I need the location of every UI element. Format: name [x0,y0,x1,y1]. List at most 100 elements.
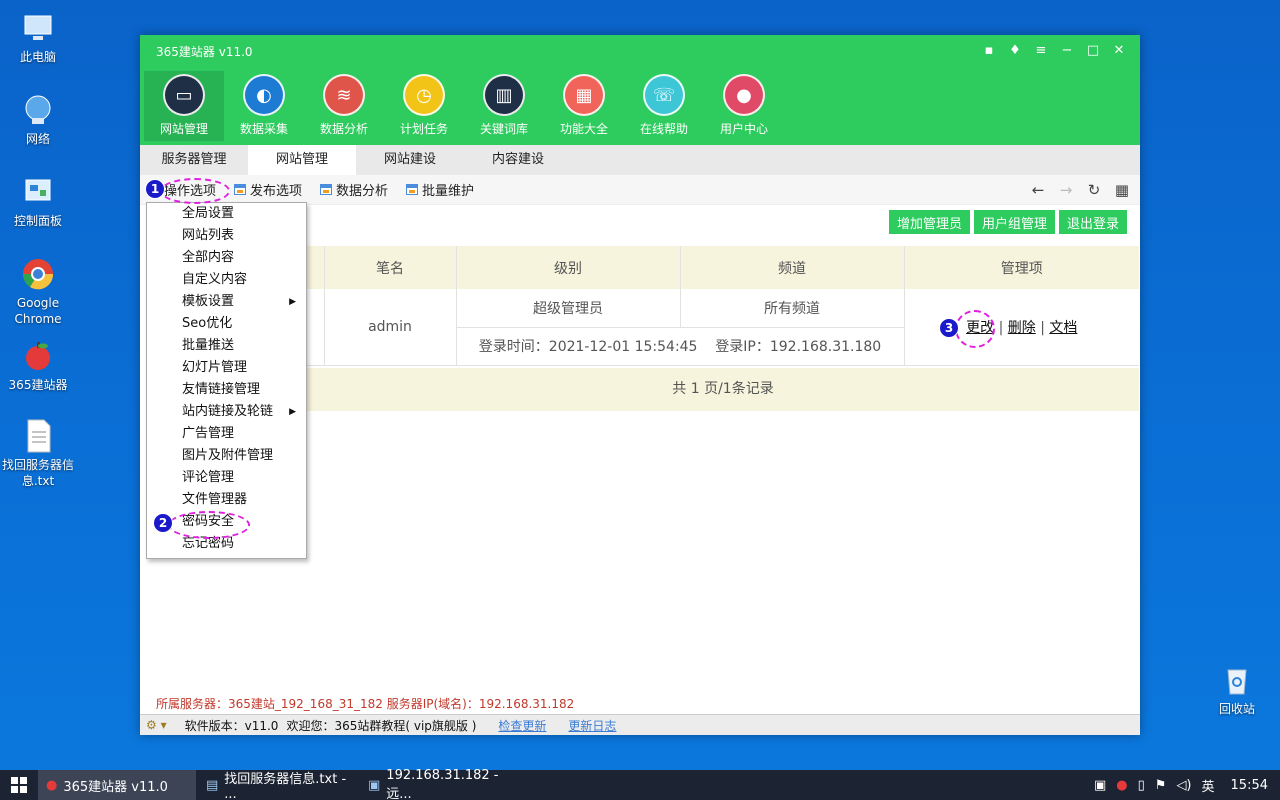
window-icon [406,184,419,195]
user-group-button[interactable]: 用户组管理 [973,210,1055,234]
window-icon [320,184,333,195]
minimize-icon[interactable]: − [1054,39,1080,61]
add-admin-button[interactable]: 增加管理员 [888,210,970,234]
tab-content-building[interactable]: 内容建设 [464,145,572,175]
database-icon: ≋ [323,74,365,116]
refresh-icon[interactable]: ↻ [1084,181,1104,199]
desktop-icon-network[interactable]: 网络 [0,92,76,147]
toolbar: 操作选项 发布选项 数据分析 批量维护 ← → ↻ ▦ [140,175,1140,205]
taskbar-item-365[interactable]: ● 365建站器 v11.0 [38,770,196,800]
module-user-center[interactable]: ● 用户中心 [704,71,784,141]
apple-icon: ● [46,777,58,793]
desktop-icon-this-pc[interactable]: 此电脑 [0,10,76,65]
menu-item-global-settings[interactable]: 全局设置 [147,203,306,225]
menu-item-comments[interactable]: 评论管理 [147,467,306,489]
desktop-icon-chrome[interactable]: Google Chrome [0,256,76,327]
tab-site-building[interactable]: 网站建设 [356,145,464,175]
settings-gear-icon[interactable]: ⚙ ▾ [146,718,167,732]
delete-link[interactable]: 删除 [1008,320,1036,336]
module-online-help[interactable]: ☏ 在线帮助 [624,71,704,141]
grid-view-icon[interactable]: ▦ [1112,181,1132,199]
window-title: 365建站器 v11.0 [156,45,253,59]
desktop-icon-txt[interactable]: 找回服务器信息.txt [0,418,76,489]
windows-start-icon[interactable] [0,770,38,800]
table-header: 级别 [456,246,681,289]
desktop-icon-label: 回收站 [1218,702,1255,716]
module-label: 功能大全 [559,122,608,136]
clock[interactable]: 15:54 [1231,778,1268,793]
module-scheduled-tasks[interactable]: ◷ 计划任务 [384,71,464,141]
operation-options-menu: 全局设置 网站列表 全部内容 自定义内容 模板设置 ▶ Seo优化 批量推送 幻灯… [146,202,307,559]
menu-item-all-content[interactable]: 全部内容 [147,247,306,269]
maximize-icon[interactable]: □ [1080,39,1106,61]
menu-item-template-settings[interactable]: 模板设置 ▶ [147,291,306,313]
menu-icon[interactable]: ≡ [1028,39,1054,61]
taskbar-item-label: 找回服务器信息.txt - ... [224,772,347,800]
apple-tray-icon[interactable]: ● [1116,778,1127,793]
module-site-management[interactable]: ▭ 网站管理 [144,71,224,141]
shirt-icon[interactable]: ♦ [1002,39,1028,61]
logout-button[interactable]: 退出登录 [1058,210,1127,234]
menu-item-seo[interactable]: Seo优化 [147,313,306,335]
check-update-link[interactable]: 检查更新 [498,717,546,734]
toolbar-batch-maintenance[interactable]: 批量维护 [406,180,474,199]
menu-item-file-manager[interactable]: 文件管理器 [147,489,306,511]
volume-icon[interactable]: ◁) [1176,778,1191,793]
close-icon[interactable]: ✕ [1106,39,1132,61]
network-icon [20,92,56,128]
module-data-collection[interactable]: ◐ 数据采集 [224,71,304,141]
forward-arrow-icon[interactable]: → [1056,181,1076,199]
table-cell-level: 超级管理员 [456,289,681,328]
taskbar-item-label: 192.168.31.182 - 远... [386,768,499,800]
table-header: 频道 [680,246,905,289]
control-panel-icon [20,174,56,210]
module-label: 数据分析 [319,122,368,136]
version-text: 软件版本：v11.0 [184,718,279,733]
taskbar-item-notepad[interactable]: ▤ 找回服务器信息.txt - ... [198,770,358,800]
module-data-analysis[interactable]: ≋ 数据分析 [304,71,384,141]
menu-item-internal-links[interactable]: 站内链接及轮链 ▶ [147,401,306,423]
edge-icon: ◐ [243,74,285,116]
menu-item-label: 站内链接及轮链 [182,404,274,419]
menu-item-slideshow[interactable]: 幻灯片管理 [147,357,306,379]
menu-item-custom-content[interactable]: 自定义内容 [147,269,306,291]
tab-server-management[interactable]: 服务器管理 [140,145,248,175]
toolbar-publish-options[interactable]: 发布选项 [234,180,302,199]
grid-icon: ▦ [563,74,605,116]
menu-item-ads[interactable]: 广告管理 [147,423,306,445]
table-cell-blank [307,289,325,366]
language-indicator[interactable]: 英 [1202,776,1215,795]
toolbar-label: 发布选项 [250,184,303,199]
taskbar-item-remote-desktop[interactable]: ▣ 192.168.31.182 - 远... [360,768,510,800]
table-header-row: 笔名 级别 频道 管理项 [307,246,1139,289]
module-keyword-library[interactable]: ▥ 关键词库 [464,71,544,141]
menu-item-site-list[interactable]: 网站列表 [147,225,306,247]
desktop-icon-control-panel[interactable]: 控制面板 [0,174,76,229]
table-cell-channel: 所有频道 [680,289,905,328]
menu-item-batch-push[interactable]: 批量推送 [147,335,306,357]
document-link[interactable]: 文档 [1049,320,1077,336]
module-all-features[interactable]: ▦ 功能大全 [544,71,624,141]
toolbar-data-analysis[interactable]: 数据分析 [320,180,388,199]
pagination-footer: 共 1 页/1条记录 [307,368,1139,411]
security-icon[interactable]: ⚑ [1155,778,1167,793]
update-log-link[interactable]: 更新日志 [568,717,616,734]
menu-item-images-attachments[interactable]: 图片及附件管理 [147,445,306,467]
back-arrow-icon[interactable]: ← [1028,181,1048,199]
chat-icon[interactable]: ▪ [976,39,1002,61]
desktop-icon-recycle-bin[interactable]: 回收站 [1199,662,1275,717]
table-cell-name: admin [324,289,457,366]
tab-site-management[interactable]: 网站管理 [248,145,356,175]
table-header: 管理项 [904,246,1139,289]
desktop-icon-label: 找回服务器信息.txt [1,458,74,488]
usb-icon[interactable]: ▯ [1138,778,1145,793]
desktop-icon-365[interactable]: 365建站器 [0,338,76,393]
window-icon [234,184,247,195]
monitor-icon: ▭ [163,74,205,116]
taskbar: ● 365建站器 v11.0 ▤ 找回服务器信息.txt - ... ▣ 192… [0,768,1280,800]
text-file-icon [20,418,56,454]
menu-item-friend-links[interactable]: 友情链接管理 [147,379,306,401]
desktop-icon-label: 控制面板 [13,214,62,228]
chrome-icon [20,256,56,292]
network-tray-icon[interactable]: ▣ [1094,778,1106,793]
